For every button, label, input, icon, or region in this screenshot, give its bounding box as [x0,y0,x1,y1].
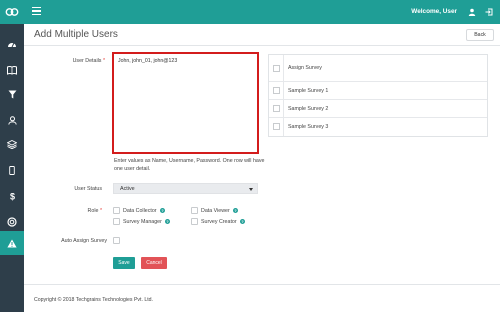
table-header-row: Assign Survey [269,55,487,82]
page-title: Add Multiple Users [34,29,118,40]
filter-icon[interactable] [0,82,24,106]
save-button[interactable]: Save [113,257,135,269]
survey-checkbox[interactable] [273,105,280,112]
role-data-collector-checkbox[interactable] [113,207,120,214]
role-survey-creator-label: Survey Creator [201,219,237,225]
back-button[interactable]: Back [466,29,494,41]
assign-survey-header: Assign Survey [288,65,322,71]
copyright-text: Copyright © 2018 Techgrains Technologies… [34,297,153,303]
info-icon[interactable]: ? [233,208,238,213]
dollar-icon[interactable]: $ [0,184,24,208]
info-icon[interactable]: ? [160,208,165,213]
svg-text:$: $ [9,192,14,202]
survey-name: Sample Survey 2 [288,106,329,112]
role-data-viewer-checkbox[interactable] [191,207,198,214]
role-survey-manager-label: Survey Manager [123,219,162,225]
warning-icon[interactable] [0,231,24,255]
survey-name: Sample Survey 1 [288,88,329,94]
user-status-select[interactable]: Active [113,183,258,194]
survey-checkbox[interactable] [273,87,280,94]
cancel-button[interactable]: Cancel [141,257,167,269]
table-row[interactable]: Sample Survey 3 [269,118,487,136]
survey-checkbox[interactable] [273,123,280,130]
layers-icon[interactable] [0,132,24,156]
page-header: Add Multiple Users Back [24,24,500,46]
role-data-viewer-label: Data Viewer [201,208,230,214]
assign-survey-table: Assign Survey Sample Survey 1 Sample Sur… [268,54,488,137]
logout-icon[interactable] [483,6,495,18]
info-icon[interactable]: ? [240,219,245,224]
role-label: Role * [87,208,102,214]
dashboard-icon[interactable] [0,32,24,56]
survey-name: Sample Survey 3 [288,124,329,130]
help-text: Enter values as Name, Username, Password… [114,158,265,172]
info-icon[interactable]: ? [165,219,170,224]
table-row[interactable]: Sample Survey 2 [269,100,487,118]
auto-assign-checkbox[interactable] [113,237,120,244]
select-all-checkbox[interactable] [273,65,280,72]
top-navbar: Welcome, User [0,0,500,24]
chevron-down-icon [249,188,253,191]
role-survey-manager-checkbox[interactable] [113,218,120,225]
auto-assign-label: Auto Assign Survey [61,238,107,244]
role-survey-creator-checkbox[interactable] [191,218,198,225]
sidebar: $ [0,24,24,312]
user-status-value: Active [120,186,135,192]
user-icon[interactable] [0,108,24,132]
mobile-icon[interactable] [0,158,24,182]
book-icon[interactable] [0,58,24,82]
table-row[interactable]: Sample Survey 1 [269,82,487,100]
hamburger-icon[interactable] [32,7,41,16]
user-details-textarea[interactable]: John, john_01, john@123 [112,52,259,154]
user-status-label: User Status [74,186,102,192]
welcome-text[interactable]: Welcome, User [411,8,457,15]
user-icon[interactable] [466,6,478,18]
footer: Copyright © 2018 Techgrains Technologies… [24,284,500,312]
role-data-collector-label: Data Collector [123,208,157,214]
user-details-label: User Details * [72,58,105,64]
logo-icon[interactable] [0,0,24,24]
